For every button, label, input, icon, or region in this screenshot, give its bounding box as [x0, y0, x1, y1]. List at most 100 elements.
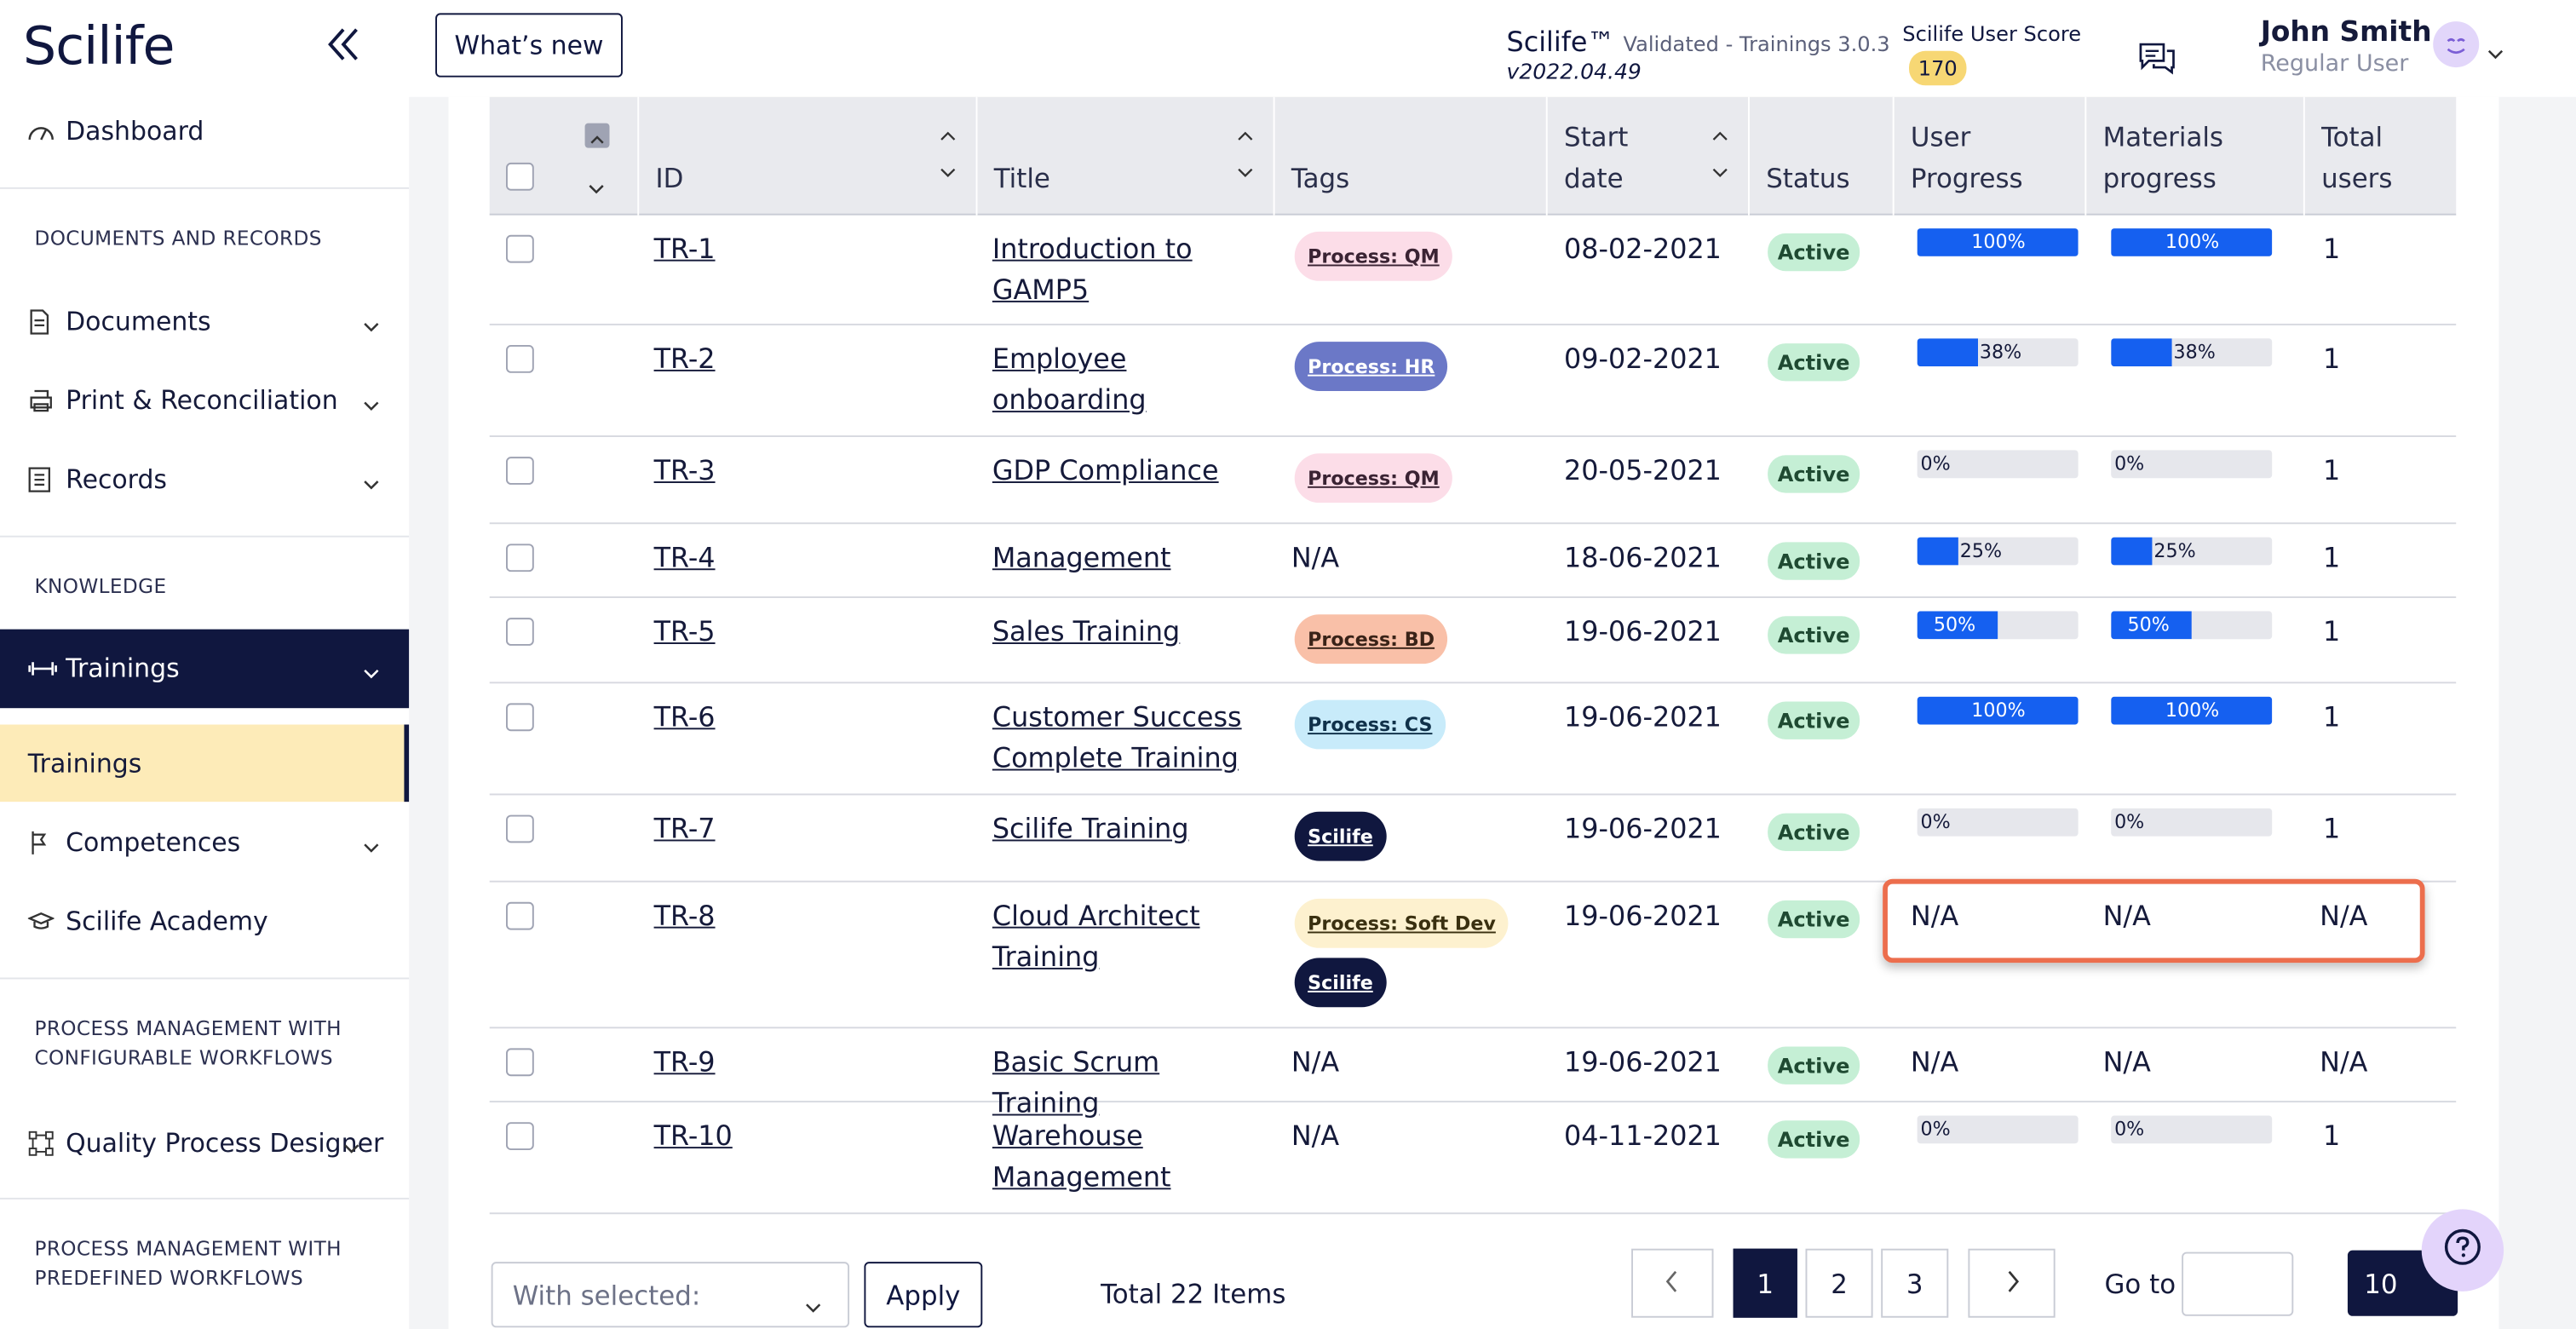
- chevron-down-icon[interactable]: [2487, 36, 2504, 67]
- training-id-link[interactable]: TR-2: [654, 343, 716, 375]
- training-id-link[interactable]: TR-6: [654, 701, 716, 733]
- apply-button[interactable]: Apply: [864, 1262, 983, 1328]
- tag-badge[interactable]: Process: BD: [1294, 614, 1448, 664]
- page-1-button[interactable]: 1: [1733, 1248, 1797, 1318]
- training-title-link[interactable]: Employee onboarding: [992, 338, 1272, 420]
- header-title[interactable]: Title: [975, 96, 1274, 216]
- training-title-link[interactable]: Management: [992, 538, 1272, 578]
- title-line[interactable]: onboarding: [992, 384, 1147, 416]
- title-line[interactable]: Customer Success: [992, 701, 1242, 733]
- sidebar-item-competences[interactable]: Competences: [0, 807, 409, 879]
- training-title-link[interactable]: Warehouse Management: [992, 1115, 1272, 1197]
- sidebar-item-print-reconciliation[interactable]: Print & Reconciliation: [0, 365, 409, 437]
- select-all-checkbox[interactable]: [505, 162, 534, 191]
- training-id-link[interactable]: TR-9: [654, 1046, 716, 1078]
- sort-icon[interactable]: [940, 129, 956, 184]
- go-to-page-input[interactable]: [2182, 1251, 2294, 1316]
- title-line[interactable]: Training: [992, 941, 1100, 973]
- sidebar-item-trainings[interactable]: Trainings: [0, 629, 410, 709]
- tag-badge[interactable]: Process: QM: [1294, 231, 1453, 281]
- avatar[interactable]: [2433, 21, 2480, 68]
- page-size-value: 10: [2364, 1267, 2398, 1299]
- header-start-date[interactable]: Start date: [1545, 96, 1748, 216]
- title-line[interactable]: Scilife Training: [992, 814, 1189, 845]
- sort-asc-icon[interactable]: [584, 123, 610, 148]
- row-checkbox[interactable]: [505, 901, 534, 930]
- chevron-down-icon[interactable]: [588, 166, 604, 207]
- sidebar-item-records[interactable]: Records: [0, 444, 409, 516]
- sidebar-item-documents[interactable]: Documents: [0, 286, 409, 359]
- training-id-link[interactable]: TR-4: [654, 542, 716, 573]
- training-id-link[interactable]: TR-3: [654, 455, 716, 486]
- training-title-link[interactable]: Sales Training: [992, 611, 1272, 652]
- tag-badge[interactable]: Scilife: [1294, 811, 1387, 861]
- training-id-link[interactable]: TR-7: [654, 814, 716, 845]
- collapse-sidebar-icon[interactable]: [322, 23, 365, 66]
- status-badge: Active: [1768, 542, 1860, 580]
- tags-na: N/A: [1291, 542, 1340, 574]
- title-line[interactable]: Sales Training: [992, 616, 1180, 647]
- user-progress-bar: 0%: [1917, 808, 2079, 837]
- sidebar-item-quality-process-designer[interactable]: Quality Process Designer: [0, 1108, 409, 1180]
- graduation-cap-icon: [27, 907, 61, 937]
- section-line: CONFIGURABLE WORKFLOWS: [34, 1046, 333, 1070]
- title-line[interactable]: Employee: [992, 343, 1127, 375]
- tag-badge[interactable]: Process: Soft Dev: [1294, 898, 1509, 948]
- title-line[interactable]: Complete Training: [992, 743, 1239, 774]
- sidebar-item-scilife-academy[interactable]: Scilife Academy: [0, 885, 409, 958]
- sidebar: Scilife Dashboard DOCUMENTS AND RECORDS …: [0, 0, 410, 1329]
- page-3-button[interactable]: 3: [1881, 1248, 1949, 1318]
- row-checkbox[interactable]: [505, 703, 534, 732]
- title-line[interactable]: GAMP5: [992, 274, 1089, 306]
- row-checkbox[interactable]: [505, 234, 534, 263]
- training-title-link[interactable]: Customer Success Complete Training: [992, 697, 1272, 779]
- dropdown-value: With selected:: [512, 1279, 701, 1311]
- training-title-link[interactable]: GDP Compliance: [992, 450, 1272, 491]
- row-checkbox[interactable]: [505, 618, 534, 646]
- title-line[interactable]: GDP Compliance: [992, 455, 1219, 486]
- row-checkbox[interactable]: [505, 814, 534, 843]
- user-name[interactable]: John Smith: [2261, 16, 2432, 49]
- row-checkbox[interactable]: [505, 344, 534, 373]
- title-line[interactable]: Management: [992, 542, 1171, 573]
- prev-page-button[interactable]: [1631, 1248, 1714, 1318]
- chat-icon[interactable]: [2137, 39, 2176, 82]
- sort-icon[interactable]: [1712, 129, 1728, 184]
- title-line[interactable]: Introduction to: [992, 233, 1193, 265]
- tag-badge[interactable]: Process: CS: [1294, 699, 1446, 750]
- with-selected-dropdown[interactable]: With selected:: [491, 1262, 850, 1328]
- sort-icon[interactable]: [1237, 129, 1253, 184]
- title-line[interactable]: Warehouse: [992, 1120, 1143, 1152]
- row-checkbox[interactable]: [505, 544, 534, 572]
- main-content: ID Title Tags Start date Status User Pro…: [409, 96, 2576, 1329]
- status-badge: Active: [1768, 343, 1860, 382]
- header-label-line: users: [2321, 162, 2393, 194]
- training-id-link[interactable]: TR-5: [654, 616, 716, 647]
- tag-badge[interactable]: Process: QM: [1294, 453, 1453, 503]
- next-page-button[interactable]: [1968, 1248, 2056, 1318]
- row-checkbox[interactable]: [505, 1122, 534, 1150]
- training-id-link[interactable]: TR-10: [654, 1120, 733, 1152]
- title-line[interactable]: Management: [992, 1161, 1171, 1193]
- row-checkbox[interactable]: [505, 1048, 534, 1077]
- title-line[interactable]: Cloud Architect: [992, 900, 1200, 932]
- help-button[interactable]: [2421, 1209, 2504, 1292]
- whats-new-button[interactable]: What’s new: [435, 13, 623, 78]
- training-title-link[interactable]: Introduction to GAMP5: [992, 228, 1272, 310]
- training-title-link[interactable]: Scilife Training: [992, 808, 1272, 849]
- sidebar-item-dashboard[interactable]: Dashboard: [0, 95, 409, 168]
- progress-percent: 100%: [2165, 229, 2220, 253]
- page-2-button[interactable]: 2: [1805, 1248, 1873, 1318]
- training-id-link[interactable]: TR-8: [654, 900, 716, 932]
- tag-badge[interactable]: Process: HR: [1294, 342, 1448, 391]
- scilife-logo[interactable]: Scilife: [23, 14, 175, 77]
- version: v2022.04.49: [1506, 60, 1642, 86]
- status-badge: Active: [1768, 701, 1860, 739]
- tag-badge[interactable]: Scilife: [1294, 958, 1387, 1008]
- training-id-link[interactable]: TR-1: [654, 233, 716, 265]
- sidebar-subitem-trainings[interactable]: Trainings: [0, 724, 410, 803]
- row-checkbox[interactable]: [505, 457, 534, 485]
- training-title-link[interactable]: Cloud Architect Training: [992, 895, 1272, 977]
- materials-progress-bar: 0%: [2111, 808, 2273, 837]
- header-id[interactable]: ID: [637, 96, 975, 216]
